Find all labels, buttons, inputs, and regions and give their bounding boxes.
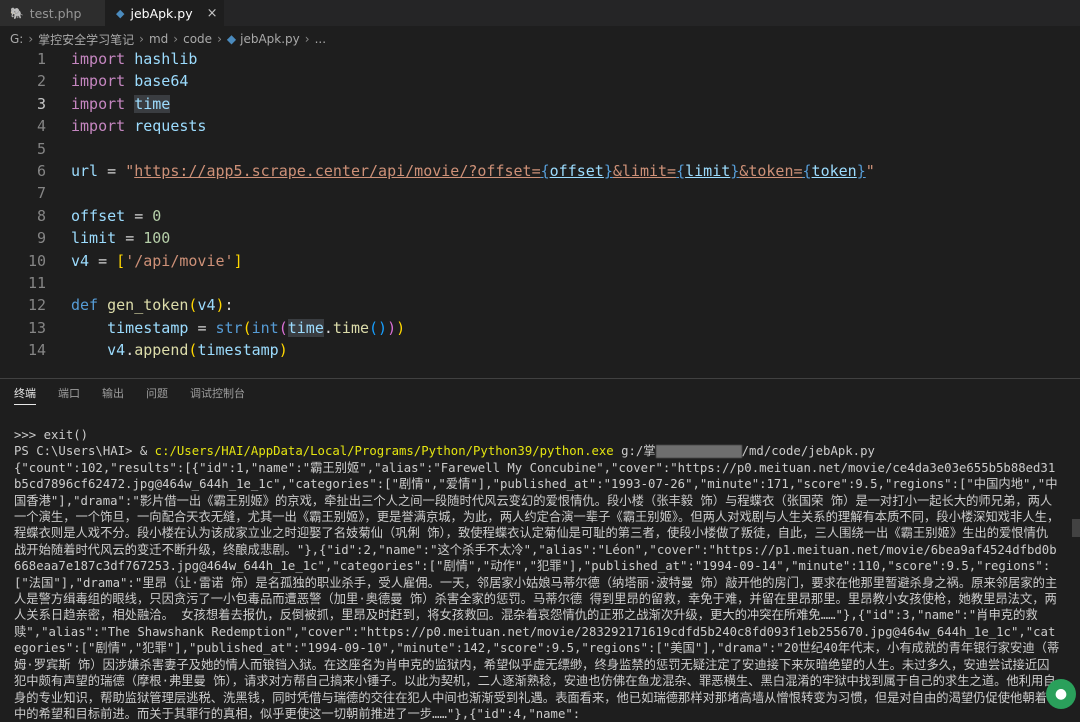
- breadcrumb-folder[interactable]: md: [149, 32, 168, 46]
- code-line: 12 def gen_token(v4):: [0, 294, 1080, 316]
- python-icon: ◆: [226, 32, 237, 46]
- code-line: 11: [0, 272, 1080, 294]
- line-number: 10: [27, 251, 46, 270]
- code-line: 3 import time: [0, 93, 1080, 115]
- wechat-logo-icon: ●: [1046, 679, 1076, 709]
- code-line: 10 v4 = ['/api/movie']: [0, 250, 1080, 272]
- terminal-line: >>> exit(): [14, 428, 89, 442]
- tab-ports[interactable]: 端口: [58, 385, 80, 405]
- tab-terminal[interactable]: 终端: [14, 385, 36, 405]
- script-path-suffix: /md/code/jebApk.py: [741, 444, 875, 459]
- breadcrumb-folder[interactable]: code: [183, 32, 212, 46]
- tab-label: test.php: [29, 5, 82, 21]
- line-number: 5: [36, 139, 46, 158]
- chevron-right-icon: ›: [217, 32, 222, 46]
- tab-output[interactable]: 输出: [102, 385, 124, 405]
- chevron-right-icon: ›: [28, 32, 34, 46]
- line-number: 2: [36, 72, 46, 91]
- line-number: 11: [27, 274, 46, 292]
- tab-label: jebApk.py: [130, 5, 193, 21]
- line-number: 1: [36, 50, 46, 68]
- code-line: 6 url = "https://app5.scrape.center/api/m…: [0, 160, 1080, 182]
- python-path: c:/Users/HAI/AppData/Local/Programs/Pyth…: [154, 444, 614, 459]
- close-icon[interactable]: ×: [207, 6, 218, 21]
- line-number: 3: [36, 94, 46, 113]
- chevron-right-icon: ›: [173, 32, 179, 46]
- terminal-output[interactable]: >>> exit() PS C:\Users\HAI> & c:/Users/H…: [14, 427, 1060, 722]
- line-number: 4: [36, 117, 46, 136]
- breadcrumb-symbols[interactable]: ...: [315, 32, 326, 46]
- code-editor[interactable]: 1 import hashlib 2 import base64 3 import t…: [0, 48, 1080, 378]
- bottom-panel: 终端 端口 输出 问题 调试控制台 >>> exit() PS C:\Users…: [0, 378, 1080, 721]
- panel-tabs: 终端 端口 输出 问题 调试控制台: [14, 385, 267, 405]
- code-line: 7: [0, 182, 1080, 204]
- line-number: 9: [36, 229, 46, 248]
- terminal-command: PS C:\Users\HAI> & c:/Users/HAI/AppData/…: [14, 443, 1060, 459]
- tab-test-php[interactable]: 🐘 test.php: [0, 0, 106, 26]
- script-path-prefix: g:/掌: [621, 444, 656, 459]
- terminal-json-output: {"count":102,"results":[{"id":1,"name":"…: [14, 460, 1060, 721]
- breadcrumb-file[interactable]: jebApk.py: [240, 32, 300, 46]
- code-line: 13 timestamp = str(int(time.time())): [0, 317, 1080, 339]
- tab-jebapk-py[interactable]: ◆ jebApk.py ×: [106, 0, 224, 26]
- python-icon: ◆: [116, 6, 125, 20]
- code-line: 2 import base64: [0, 70, 1080, 92]
- breadcrumb: G: › 掌控安全学习笔记 › md › code › ◆ jebApk.py › ...: [0, 28, 1080, 50]
- chevron-right-icon: ›: [139, 32, 144, 46]
- line-number: 6: [36, 162, 46, 180]
- line-number: 14: [27, 341, 46, 360]
- redacted-region: [655, 445, 742, 459]
- tab-debug-console[interactable]: 调试控制台: [190, 385, 245, 405]
- code-line: 4 import requests: [0, 115, 1080, 137]
- breadcrumb-drive[interactable]: G:: [10, 32, 23, 46]
- php-icon: 🐘: [10, 6, 24, 20]
- line-number: 7: [36, 184, 46, 203]
- code-line: 1 import hashlib: [0, 48, 1080, 70]
- code-line: 9 limit = 100: [0, 227, 1080, 249]
- line-number: 12: [27, 296, 46, 315]
- line-number: 13: [27, 318, 46, 337]
- scrollbar-thumb[interactable]: [1072, 519, 1080, 537]
- breadcrumb-folder[interactable]: 掌控安全学习笔记: [38, 31, 134, 48]
- editor-tab-bar: 🐘 test.php ◆ jebApk.py ×: [0, 0, 1080, 26]
- code-line: 14 v4.append(timestamp): [0, 339, 1080, 361]
- code-line: 8 offset = 0: [0, 205, 1080, 227]
- tab-problems[interactable]: 问题: [146, 385, 168, 405]
- chevron-right-icon: ›: [304, 32, 310, 46]
- terminal-prompt: PS C:\Users\HAI> &: [14, 444, 155, 459]
- code-line: 5: [0, 138, 1080, 160]
- line-number: 8: [36, 206, 46, 225]
